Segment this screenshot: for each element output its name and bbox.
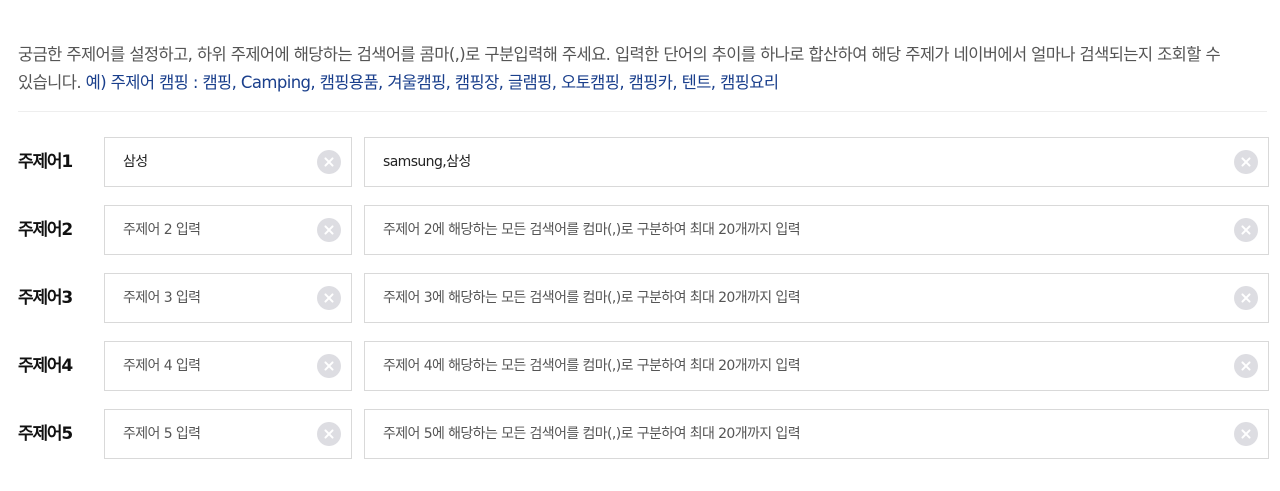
- subject-keywords-input-2[interactable]: 주제어 2에 해당하는 모든 검색어를 컴마(,)로 구분하여 최대 20개까지…: [364, 205, 1269, 255]
- subject-label-1: 주제어1: [18, 152, 73, 172]
- subject-keywords-value-1: samsung,삼성: [383, 154, 471, 170]
- subject-name-input-5[interactable]: 주제어 5 입력: [104, 409, 352, 459]
- subject-row-2: 주제어2 주제어 2 입력 주제어 2에 해당하는 모든 검색어를 컴마(,)로…: [0, 205, 1280, 255]
- subject-name-input-4[interactable]: 주제어 4 입력: [104, 341, 352, 391]
- subject-rows: 주제어1 삼성 samsung,삼성 주제어2 주제어 2 입력 주제어 2에 …: [0, 137, 1280, 477]
- subject-label-3: 주제어3: [18, 288, 73, 308]
- subject-keywords-input-3[interactable]: 주제어 3에 해당하는 모든 검색어를 컴마(,)로 구분하여 최대 20개까지…: [364, 273, 1269, 323]
- clear-icon[interactable]: [317, 354, 341, 378]
- subject-name-input-1[interactable]: 삼성: [104, 137, 352, 187]
- subject-row-4: 주제어4 주제어 4 입력 주제어 4에 해당하는 모든 검색어를 컴마(,)로…: [0, 341, 1280, 391]
- example-text: 예) 주제어 캠핑 : 캠핑, Camping, 캠핑용품, 겨울캠핑, 캠핑장…: [85, 72, 779, 92]
- subject-keywords-placeholder-2: 주제어 2에 해당하는 모든 검색어를 컴마(,)로 구분하여 최대 20개까지…: [383, 222, 801, 238]
- subject-name-input-2[interactable]: 주제어 2 입력: [104, 205, 352, 255]
- subject-row-1: 주제어1 삼성 samsung,삼성: [0, 137, 1280, 187]
- subject-label-2: 주제어2: [18, 220, 73, 240]
- subject-name-placeholder-5: 주제어 5 입력: [123, 426, 201, 442]
- subject-name-placeholder-3: 주제어 3 입력: [123, 290, 201, 306]
- clear-icon[interactable]: [1234, 286, 1258, 310]
- clear-icon[interactable]: [1234, 354, 1258, 378]
- clear-icon[interactable]: [317, 422, 341, 446]
- subject-keywords-input-4[interactable]: 주제어 4에 해당하는 모든 검색어를 컴마(,)로 구분하여 최대 20개까지…: [364, 341, 1269, 391]
- subject-keywords-input-5[interactable]: 주제어 5에 해당하는 모든 검색어를 컴마(,)로 구분하여 최대 20개까지…: [364, 409, 1269, 459]
- subject-keywords-placeholder-3: 주제어 3에 해당하는 모든 검색어를 컴마(,)로 구분하여 최대 20개까지…: [383, 290, 801, 306]
- subject-keywords-placeholder-4: 주제어 4에 해당하는 모든 검색어를 컴마(,)로 구분하여 최대 20개까지…: [383, 358, 801, 374]
- subject-keywords-placeholder-5: 주제어 5에 해당하는 모든 검색어를 컴마(,)로 구분하여 최대 20개까지…: [383, 426, 801, 442]
- subject-name-value-1: 삼성: [123, 154, 148, 170]
- clear-icon[interactable]: [1234, 150, 1258, 174]
- clear-icon[interactable]: [1234, 218, 1258, 242]
- subject-row-3: 주제어3 주제어 3 입력 주제어 3에 해당하는 모든 검색어를 컴마(,)로…: [0, 273, 1280, 323]
- subject-label-5: 주제어5: [18, 424, 73, 444]
- clear-icon[interactable]: [317, 218, 341, 242]
- description: 궁금한 주제어를 설정하고, 하위 주제어에 해당하는 검색어를 콤마(,)로 …: [18, 41, 1264, 97]
- subject-keywords-input-1[interactable]: samsung,삼성: [364, 137, 1269, 187]
- clear-icon[interactable]: [317, 286, 341, 310]
- clear-icon[interactable]: [1234, 422, 1258, 446]
- clear-icon[interactable]: [317, 150, 341, 174]
- subject-row-5: 주제어5 주제어 5 입력 주제어 5에 해당하는 모든 검색어를 컴마(,)로…: [0, 409, 1280, 459]
- subject-name-placeholder-4: 주제어 4 입력: [123, 358, 201, 374]
- subject-name-input-3[interactable]: 주제어 3 입력: [104, 273, 352, 323]
- divider: [18, 111, 1267, 112]
- subject-label-4: 주제어4: [18, 356, 73, 376]
- subject-name-placeholder-2: 주제어 2 입력: [123, 222, 201, 238]
